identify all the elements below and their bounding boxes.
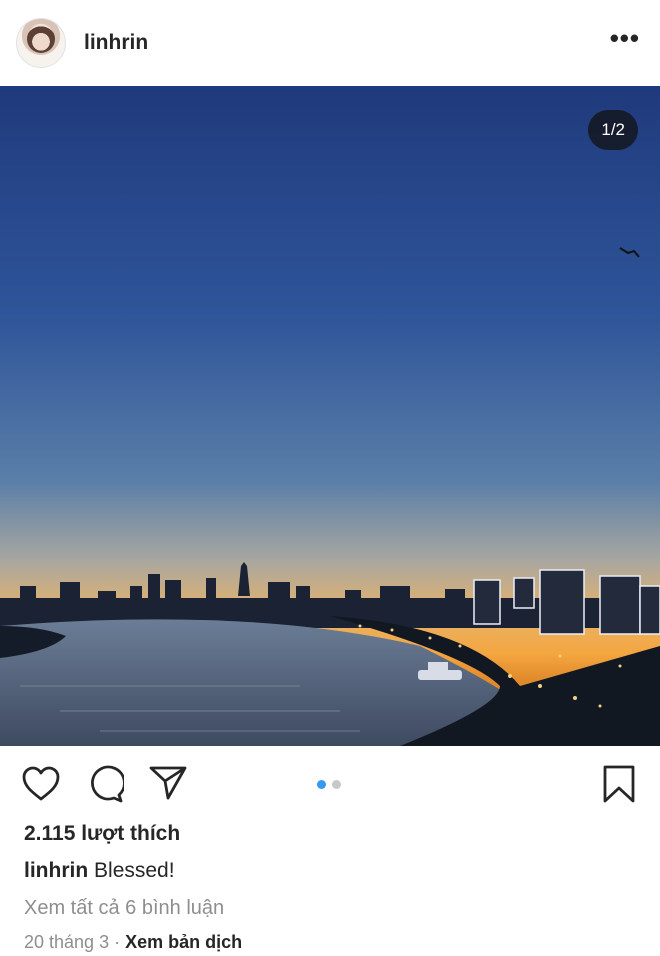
action-bar — [0, 746, 660, 822]
carousel-dot-active — [317, 780, 326, 789]
post-caption: linhrin Blessed! — [24, 859, 175, 883]
carousel-indicator — [317, 780, 341, 789]
likes-count[interactable]: 2.115 lượt thích — [24, 822, 180, 846]
post-photo[interactable]: 1/2 — [0, 86, 660, 746]
post-date: 20 tháng 3 — [24, 932, 110, 952]
caption-username[interactable]: linhrin — [24, 859, 88, 882]
see-translation-link[interactable]: Xem bản dịch — [125, 932, 242, 952]
photo-counter: 1/2 — [588, 110, 638, 150]
caption-text: Blessed! — [94, 859, 175, 882]
more-options-icon[interactable]: ••• — [610, 25, 640, 51]
post-header: linhrin ••• — [0, 0, 660, 86]
meta-separator: · — [114, 932, 121, 952]
avatar[interactable] — [16, 18, 66, 68]
bookmark-icon[interactable] — [602, 764, 636, 809]
post-meta: 20 tháng 3 · Xem bản dịch — [24, 932, 242, 953]
post-username[interactable]: linhrin — [84, 31, 610, 55]
carousel-dot — [332, 780, 341, 789]
send-icon[interactable] — [148, 765, 188, 806]
view-all-comments-link[interactable]: Xem tất cả 6 bình luận — [24, 897, 224, 920]
heart-icon[interactable] — [22, 766, 60, 807]
city-sunset-image — [0, 86, 660, 746]
comment-icon[interactable] — [86, 765, 126, 808]
